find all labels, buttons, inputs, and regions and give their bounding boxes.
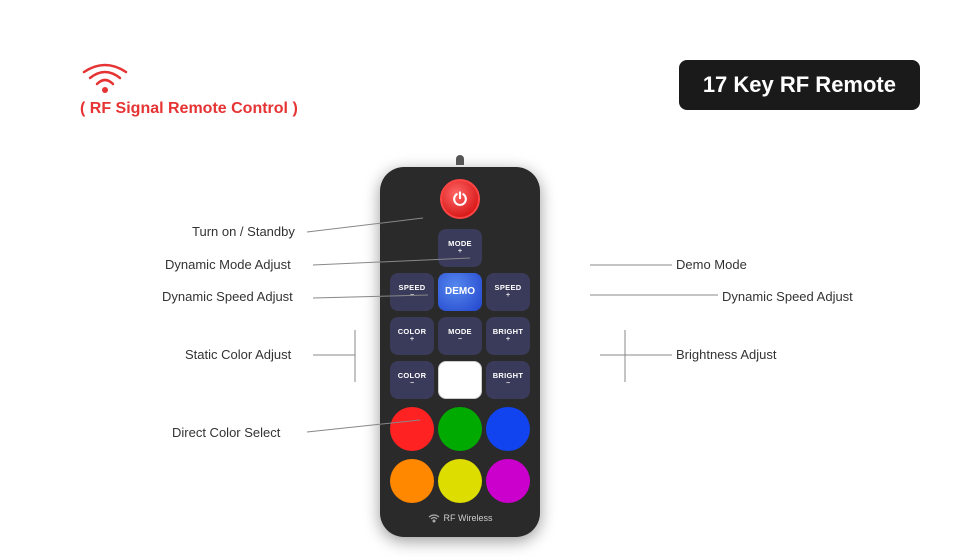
rf-signal-area: ( RF Signal Remote Control )	[80, 60, 298, 118]
annotation-turn-on: Turn on / Standby	[192, 224, 295, 239]
remote-control: MODE + SPEED − DEMO SPEED + COLOR +	[380, 155, 540, 537]
color-minus-button[interactable]: COLOR −	[390, 361, 434, 399]
button-grid-row3: COLOR + MODE − BRIGHT +	[390, 317, 530, 355]
button-grid-row1: MODE +	[390, 229, 530, 267]
rf-small-icon	[428, 513, 440, 523]
demo-button[interactable]: DEMO	[438, 273, 482, 311]
color-orange-button[interactable]	[390, 459, 434, 503]
remote-body: MODE + SPEED − DEMO SPEED + COLOR +	[380, 167, 540, 537]
annotation-direct-color: Direct Color Select	[172, 425, 280, 440]
rf-label: ( RF Signal Remote Control )	[80, 100, 298, 118]
color-yellow-button[interactable]	[438, 459, 482, 503]
power-button[interactable]	[440, 179, 480, 219]
white-button[interactable]	[438, 361, 482, 399]
button-grid-row2: SPEED − DEMO SPEED +	[390, 273, 530, 311]
color-plus-button[interactable]: COLOR +	[390, 317, 434, 355]
annotation-demo-mode: Demo Mode	[676, 257, 747, 272]
annotation-dynamic-mode: Dynamic Mode Adjust	[165, 257, 291, 272]
color-red-button[interactable]	[390, 407, 434, 451]
title-badge: 17 Key RF Remote	[679, 60, 920, 110]
color-purple-button[interactable]	[486, 459, 530, 503]
power-row	[440, 179, 480, 219]
speed-plus-button[interactable]: SPEED +	[486, 273, 530, 311]
antenna	[456, 155, 464, 165]
color-circles-row1	[390, 407, 530, 451]
rf-signal-icon	[80, 60, 130, 96]
color-green-button[interactable]	[438, 407, 482, 451]
power-icon	[450, 189, 470, 209]
button-grid-row4: COLOR − BRIGHT −	[390, 361, 530, 399]
mode-plus-button[interactable]: MODE +	[438, 229, 482, 267]
annotation-static-color: Static Color Adjust	[185, 347, 291, 362]
annotation-dynamic-speed-right: Dynamic Speed Adjust	[722, 289, 853, 304]
annotation-dynamic-speed-left: Dynamic Speed Adjust	[162, 289, 293, 304]
speed-minus-button[interactable]: SPEED −	[390, 273, 434, 311]
mode-minus-button[interactable]: MODE −	[438, 317, 482, 355]
bright-minus-button[interactable]: BRIGHT −	[486, 361, 530, 399]
title-text: 17 Key RF Remote	[703, 72, 896, 97]
annotation-brightness: Brightness Adjust	[676, 347, 776, 362]
bright-plus-button[interactable]: BRIGHT +	[486, 317, 530, 355]
color-blue-button[interactable]	[486, 407, 530, 451]
color-circles-row2	[390, 459, 530, 503]
rf-wireless-label: RF Wireless	[428, 513, 493, 523]
